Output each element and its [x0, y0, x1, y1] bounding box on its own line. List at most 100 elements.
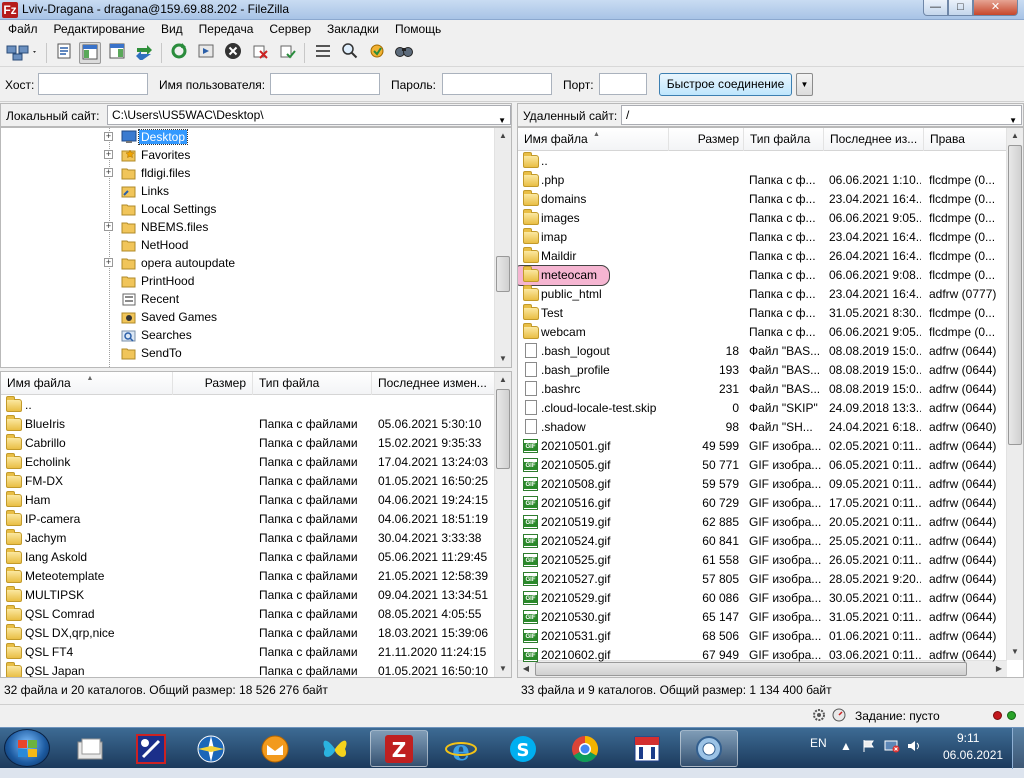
show-desktop-button[interactable]	[1012, 728, 1024, 769]
remote-file-row[interactable]: Maildir Папка с ф... 26.04.2021 16:4... flc…	[518, 247, 1007, 266]
remote-col-name[interactable]: Имя файла ▲	[518, 128, 669, 151]
remote-file-row[interactable]: 20210516.gif 60 729 GIF изобра... 17.05.202…	[518, 494, 1007, 513]
remote-file-row[interactable]: 20210531.gif 68 506 GIF изобра... 01.06.202…	[518, 627, 1007, 646]
remote-col-type[interactable]: Тип файла	[744, 128, 824, 151]
remote-file-row[interactable]: domains Папка с ф... 23.04.2021 16:4... flc…	[518, 190, 1007, 209]
tree-item[interactable]: Saved Games	[1, 308, 493, 326]
clock-date[interactable]: 06.06.2021	[943, 748, 1003, 762]
local-col-name[interactable]: Имя файла ▲	[1, 372, 173, 395]
search-remote-files-icon[interactable]	[393, 42, 415, 64]
tree-item-label[interactable]: Favorites	[141, 148, 190, 162]
remote-file-row[interactable]: 20210519.gif 62 885 GIF изобра... 20.05.202…	[518, 513, 1007, 532]
local-file-row[interactable]: Ham Папка с файлами 04.06.2021 19:24:15	[1, 491, 495, 510]
directory-comparison-icon[interactable]	[339, 42, 361, 64]
site-manager-icon[interactable]	[4, 42, 40, 64]
remote-file-row[interactable]: 20210529.gif 60 086 GIF изобра... 30.05.202…	[518, 589, 1007, 608]
remote-col-size[interactable]: Размер	[669, 128, 744, 151]
scroll-thumb[interactable]	[1008, 145, 1022, 445]
scroll-down-icon[interactable]: ▼	[495, 351, 511, 367]
expand-icon[interactable]: +	[104, 222, 113, 231]
scroll-up-icon[interactable]: ▲	[1007, 128, 1023, 144]
remote-file-row[interactable]: 20210501.gif 49 599 GIF изобра... 02.05.202…	[518, 437, 1007, 456]
tree-item-label[interactable]: Recent	[141, 292, 179, 306]
remote-file-row[interactable]: Test Папка с ф... 31.05.2021 8:30... flcdmp…	[518, 304, 1007, 323]
menu-server[interactable]: Сервер	[261, 20, 319, 39]
local-file-row[interactable]: Jachym Папка с файлами 30.04.2021 3:33:38	[1, 529, 495, 548]
remote-file-row[interactable]: .bash_profile 193 Файл "BAS... 08.08.2019 1…	[518, 361, 1007, 380]
remote-file-row[interactable]: ..	[518, 152, 1007, 171]
expand-icon[interactable]: +	[104, 150, 113, 159]
remote-file-row[interactable]: imap Папка с ф... 23.04.2021 16:4... flcdmp…	[518, 228, 1007, 247]
scroll-down-icon[interactable]: ▼	[495, 661, 511, 677]
tree-item-label[interactable]: Links	[141, 184, 169, 198]
tree-item-label[interactable]: Searches	[141, 328, 192, 342]
remote-file-row[interactable]: 20210505.gif 50 771 GIF изобра... 06.05.202…	[518, 456, 1007, 475]
port-input[interactable]	[599, 73, 647, 95]
refresh-icon[interactable]	[168, 42, 190, 64]
tree-item-label[interactable]: NetHood	[141, 238, 188, 252]
tree-item-label[interactable]: Local Settings	[141, 202, 216, 216]
tree-item[interactable]: + opera autoupdate	[1, 254, 493, 272]
tree-item[interactable]: Recent	[1, 290, 493, 308]
cancel-operation-icon[interactable]	[222, 42, 244, 64]
speed-limit-icon[interactable]	[832, 708, 846, 725]
reconnect-icon[interactable]	[276, 42, 298, 64]
remote-file-row[interactable]: 20210530.gif 65 147 GIF изобра... 31.05.202…	[518, 608, 1007, 627]
menu-file[interactable]: Файл	[0, 20, 46, 39]
tree-item[interactable]: SendTo	[1, 344, 493, 362]
remote-file-row[interactable]: .bashrc 231 Файл "BAS... 08.08.2019 15:0...…	[518, 380, 1007, 399]
local-file-row[interactable]: ..	[1, 396, 495, 415]
close-button[interactable]: ✕	[973, 0, 1018, 16]
remote-file-row[interactable]: images Папка с ф... 06.06.2021 9:05... flcd…	[518, 209, 1007, 228]
scroll-up-icon[interactable]: ▲	[495, 128, 511, 144]
tree-item-label[interactable]: Saved Games	[141, 310, 217, 324]
gear-icon[interactable]	[812, 708, 826, 725]
taskbar-compass-icon[interactable]	[182, 730, 240, 767]
remote-file-row[interactable]: public_html Папка с ф... 23.04.2021 16:4..…	[518, 285, 1007, 304]
local-col-modified[interactable]: Последнее измен...	[372, 372, 495, 395]
menu-transfer[interactable]: Передача	[191, 20, 262, 39]
local-file-row[interactable]: Meteotemplate Папка с файлами 21.05.2021 1…	[1, 567, 495, 586]
directory-listing-filters-icon[interactable]	[312, 42, 334, 64]
local-path-combobox[interactable]: C:\Users\US5WAC\Desktop\ ▼	[107, 105, 511, 125]
tree-item[interactable]: PrintHood	[1, 272, 493, 290]
tray-volume-icon[interactable]	[906, 739, 922, 756]
filezilla-app-icon[interactable]: Fz	[2, 2, 18, 18]
tree-item[interactable]: + fldigi.files	[1, 164, 493, 182]
taskbar-butterfly-icon[interactable]	[306, 730, 364, 767]
remote-file-row[interactable]: .php Папка с ф... 06.06.2021 1:10... flcdmp…	[518, 171, 1007, 190]
host-input[interactable]	[38, 73, 148, 95]
local-col-type[interactable]: Тип файла	[253, 372, 372, 395]
tray-flag-icon[interactable]	[862, 739, 876, 756]
expand-icon[interactable]: +	[104, 132, 113, 141]
tree-item[interactable]: NetHood	[1, 236, 493, 254]
remote-file-row[interactable]: .cloud-locale-test.skip 0 Файл "SKIP" 24.09…	[518, 399, 1007, 418]
remote-file-row[interactable]: meteocam Папка с ф... 06.06.2021 9:08... fl…	[518, 265, 1007, 286]
tree-item[interactable]: Local Settings	[1, 200, 493, 218]
remote-file-row[interactable]: 20210527.gif 57 805 GIF изобра... 28.05.202…	[518, 570, 1007, 589]
local-file-row[interactable]: QSL Comrad Папка с файлами 08.05.2021 4:05…	[1, 605, 495, 624]
local-file-row[interactable]: FM-DX Папка с файлами 01.05.2021 16:50:25	[1, 472, 495, 491]
remote-path-combobox[interactable]: / ▼	[621, 105, 1022, 125]
local-col-size[interactable]: Размер	[173, 372, 253, 395]
chevron-down-icon[interactable]: ▼	[498, 112, 506, 124]
remote-file-row[interactable]: .bash_logout 18 Файл "BAS... 08.08.2019 15:…	[518, 342, 1007, 361]
remote-file-row[interactable]: 20210525.gif 61 558 GIF изобра... 26.05.202…	[518, 551, 1007, 570]
scroll-thumb[interactable]	[496, 256, 510, 292]
scroll-up-icon[interactable]: ▲	[495, 372, 511, 388]
taskbar-explorer-icon[interactable]	[62, 730, 120, 767]
local-file-row[interactable]: Echolink Папка с файлами 17.04.2021 13:24:…	[1, 453, 495, 472]
expand-icon[interactable]: +	[104, 168, 113, 177]
tree-item[interactable]: + Favorites	[1, 146, 493, 164]
tray-arrow-icon[interactable]: ▲	[840, 739, 852, 753]
password-input[interactable]	[442, 73, 552, 95]
title-bar[interactable]: Fz Lviv-Dragana - dragana@159.69.88.202 …	[0, 0, 1024, 20]
language-indicator[interactable]: EN	[810, 736, 827, 750]
local-directory-tree[interactable]: ▲ ▼ + Desktop + Favorites + fldigi.files Links…	[0, 127, 512, 368]
local-list-scrollbar[interactable]: ▲ ▼	[494, 372, 511, 677]
local-file-row[interactable]: Cabrillo Папка с файлами 15.02.2021 9:35:3…	[1, 434, 495, 453]
remote-file-row[interactable]: 20210524.gif 60 841 GIF изобра... 25.05.202…	[518, 532, 1007, 551]
menu-help[interactable]: Помощь	[387, 20, 449, 39]
taskbar-mail-icon[interactable]	[246, 730, 304, 767]
scroll-down-icon[interactable]: ▼	[1007, 644, 1023, 660]
